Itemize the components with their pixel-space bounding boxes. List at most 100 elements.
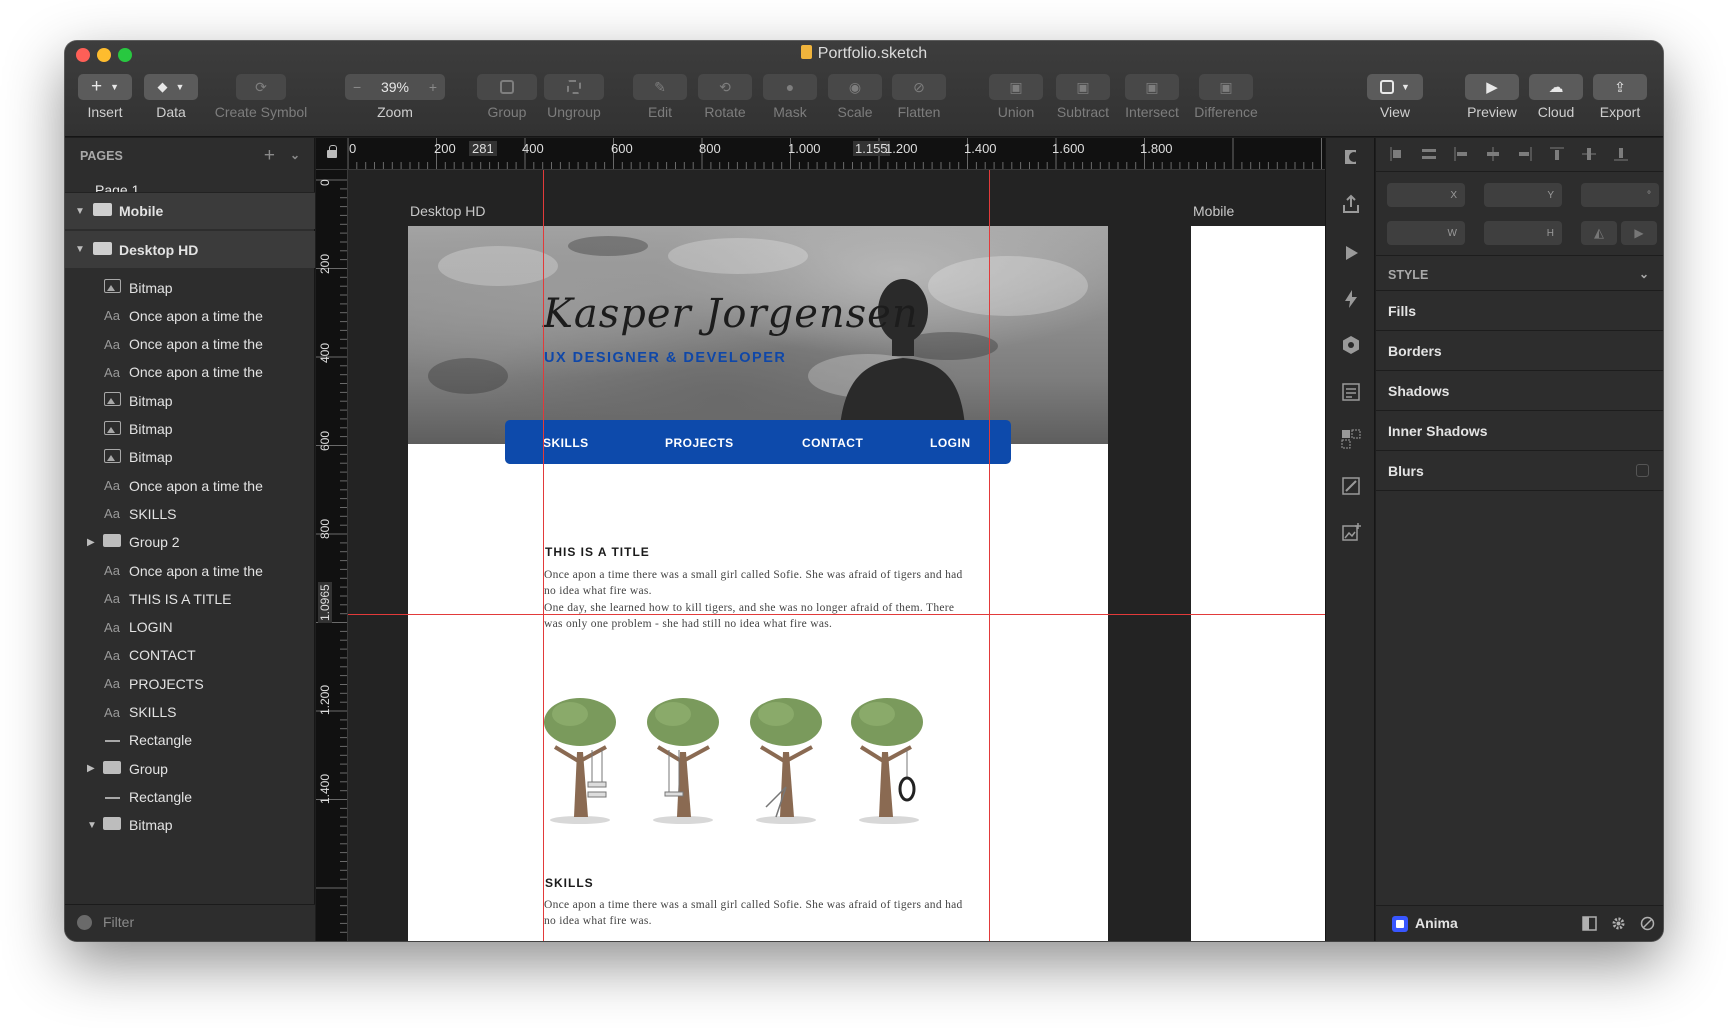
ruler-horizontal[interactable]: 0 200 281 400 600 800 1.000 1.155 1.200 … (348, 138, 1325, 170)
layer-row[interactable]: Aa SKILLS (65, 697, 315, 728)
artboard-title-desktop[interactable]: Desktop HD (410, 203, 485, 219)
layer-row[interactable]: Aa PROJECTS (65, 668, 315, 699)
subtract-tool[interactable]: ▣ Subtract (1050, 74, 1116, 120)
layer-row[interactable]: Aa Once apon a time the (65, 470, 315, 501)
view-button[interactable]: ▼ (1367, 74, 1423, 100)
zoom-in-icon[interactable]: + (429, 79, 437, 95)
layer-row[interactable]: Rectangle (65, 781, 315, 812)
cloud-button[interactable]: ☁ (1529, 74, 1583, 100)
data-tool[interactable]: ◆ ▼ Data (138, 74, 204, 120)
layer-filter[interactable]: Filter (65, 904, 315, 941)
group-button[interactable] (477, 74, 537, 100)
borders-section[interactable]: Borders (1376, 331, 1663, 371)
chevron-down-icon[interactable]: ⌄ (1639, 267, 1649, 281)
layer-row[interactable]: Bitmap (65, 442, 315, 473)
layer-row[interactable]: ▼ Bitmap (65, 810, 315, 841)
disable-icon[interactable] (1640, 916, 1655, 931)
difference-button[interactable]: ▣ (1199, 74, 1253, 100)
layer-artboard-desktop-hd[interactable]: ▼ Desktop HD (65, 231, 315, 268)
align-left-edge-icon[interactable] (1454, 147, 1468, 161)
nav-item-login[interactable]: LOGIN (930, 436, 971, 450)
layer-artboard-mobile[interactable]: ▼ Mobile (65, 192, 315, 229)
rotate-tool[interactable]: ⟲ Rotate (698, 74, 752, 120)
export-button[interactable]: ⇪ (1593, 74, 1647, 100)
layer-row[interactable]: Bitmap (65, 272, 315, 303)
preview-button[interactable]: ▶ (1465, 74, 1519, 100)
zoom-control[interactable]: − 39% + (345, 74, 445, 100)
scale-button[interactable]: ◉ (828, 74, 882, 100)
intersect-tool[interactable]: ▣ Intersect (1117, 74, 1187, 120)
layer-row[interactable]: Bitmap (65, 385, 315, 416)
nav-item-skills[interactable]: SKILLS (543, 436, 589, 450)
artboard-title-mobile[interactable]: Mobile (1193, 203, 1234, 219)
align-left-icon[interactable] (1390, 147, 1404, 161)
view-tool[interactable]: ▼ View (1365, 74, 1425, 120)
layer-row[interactable]: ▶ Group 2 (65, 527, 315, 558)
align-bottom-icon[interactable] (1614, 147, 1628, 161)
layer-row[interactable]: Aa Once apon a time the (65, 555, 315, 586)
skills-title[interactable]: SKILLS (545, 876, 594, 890)
canvas[interactable]: 0 200 281 400 600 800 1.000 1.155 1.200 … (316, 138, 1325, 941)
artboard-desktop-hd[interactable]: Kasper Jorgensen UX DESIGNER & DEVELOPER… (408, 226, 1108, 941)
horizontal-guide-10965[interactable] (348, 614, 1325, 615)
layer-row[interactable]: Aa Once apon a time the (65, 357, 315, 388)
layer-row[interactable]: Aa Once apon a time the (65, 329, 315, 360)
group-tool[interactable]: Group (477, 74, 537, 120)
disclosure-triangle-icon[interactable]: ▶ (87, 537, 97, 548)
layer-row[interactable]: Aa Once apon a time the (65, 300, 315, 331)
create-symbol-tool[interactable]: ⟳ Create Symbol (211, 74, 311, 120)
align-top-icon[interactable] (1550, 147, 1564, 161)
tree-swing-bitmap-3[interactable] (746, 692, 826, 826)
union-tool[interactable]: ▣ Union (988, 74, 1044, 120)
lightning-icon[interactable] (1340, 288, 1362, 310)
style-header[interactable]: STYLE ⌄ (1376, 255, 1663, 291)
align-center-horizontal-icon[interactable] (1486, 147, 1500, 161)
data-button[interactable]: ◆ ▼ (144, 74, 198, 100)
fills-section[interactable]: Fills (1376, 291, 1663, 331)
panel-toggle-icon[interactable] (1582, 916, 1597, 931)
image-edit-icon[interactable] (1340, 475, 1362, 497)
align-middle-vertical-icon[interactable] (1582, 147, 1596, 161)
play-icon[interactable] (1340, 242, 1362, 264)
position-y-field[interactable]: Y (1484, 183, 1562, 207)
zoom-tool[interactable]: − 39% + Zoom (340, 74, 450, 120)
disclosure-triangle-icon[interactable]: ▶ (87, 763, 97, 774)
blurs-checkbox[interactable] (1636, 464, 1649, 477)
layer-row[interactable]: Bitmap (65, 414, 315, 445)
disclosure-triangle-icon[interactable]: ▼ (87, 820, 97, 831)
disclosure-triangle-icon[interactable]: ▼ (75, 244, 85, 255)
cloud-tool[interactable]: ☁ Cloud (1528, 74, 1584, 120)
anima-label[interactable]: Anima (1415, 915, 1458, 931)
rotation-field[interactable]: ° (1581, 183, 1659, 207)
create-symbol-button[interactable]: ⟳ (236, 74, 286, 100)
hexagon-icon[interactable] (1340, 334, 1362, 356)
align-right-edge-icon[interactable] (1518, 147, 1532, 161)
paragraph-1[interactable]: Once apon a time there was a small girl … (544, 567, 964, 599)
paragraph-2[interactable]: One day, she learned how to kill tigers,… (544, 600, 964, 632)
ruler-vertical[interactable]: 0 200 400 600 800 1.0965 1.200 1.400 (316, 170, 348, 941)
tree-swing-bitmap-1[interactable] (540, 692, 620, 826)
blurs-section[interactable]: Blurs (1376, 451, 1663, 491)
edit-button[interactable]: ✎ (633, 74, 687, 100)
height-field[interactable]: H (1484, 221, 1562, 245)
flatten-tool[interactable]: ⊘ Flatten (892, 74, 946, 120)
scale-tool[interactable]: ◉ Scale (828, 74, 882, 120)
artboard-mobile[interactable] (1191, 226, 1325, 941)
flip-vertical-button[interactable]: ▶ (1621, 221, 1657, 245)
position-x-field[interactable]: X (1387, 183, 1465, 207)
anima-logo-icon[interactable] (1340, 146, 1362, 168)
insert-tool[interactable]: + ▼ Insert (72, 74, 138, 120)
tree-swing-bitmap-2[interactable] (643, 692, 723, 826)
insert-button[interactable]: + ▼ (78, 74, 132, 100)
preview-tool[interactable]: ▶ Preview (1462, 74, 1522, 120)
tree-swing-bitmap-4[interactable] (849, 692, 929, 826)
mask-tool[interactable]: ● Mask (763, 74, 817, 120)
nav-bar[interactable]: SKILLS PROJECTS CONTACT LOGIN (505, 420, 1011, 464)
disclosure-triangle-icon[interactable]: ▼ (75, 206, 85, 217)
distribute-horizontal-icon[interactable] (1422, 147, 1436, 161)
layer-row[interactable]: Rectangle (65, 725, 315, 756)
collapse-pages-icon[interactable]: ⌄ (290, 148, 300, 162)
subtract-button[interactable]: ▣ (1056, 74, 1110, 100)
union-button[interactable]: ▣ (989, 74, 1043, 100)
section-title[interactable]: THIS IS A TITLE (545, 545, 650, 559)
